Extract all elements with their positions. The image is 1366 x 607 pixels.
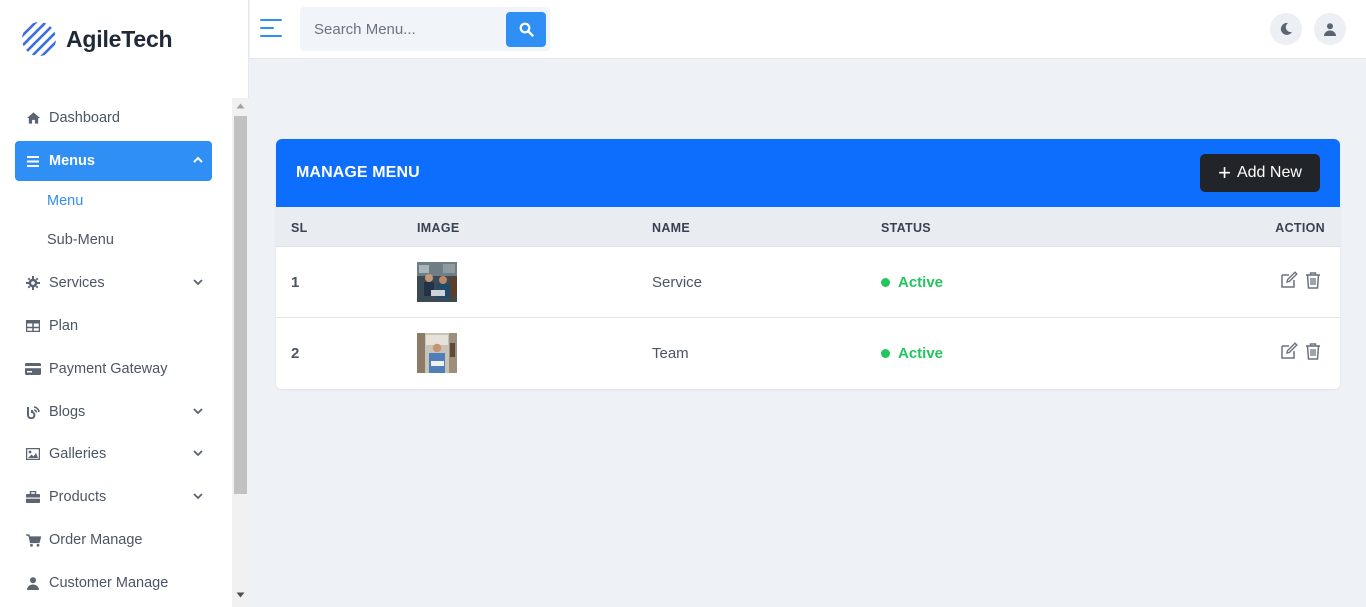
cart-icon	[25, 532, 41, 548]
sidebar-item-services[interactable]: Services	[15, 263, 212, 303]
manage-menu-card: MANAGE MENU + Add New SL IMAGE NAME STAT…	[276, 139, 1340, 389]
sidebar-item-blogs[interactable]: Blogs	[15, 392, 212, 432]
chevron-down-icon	[193, 408, 203, 415]
sidebar-item-label: Payment Gateway	[49, 361, 168, 377]
sidebar-item-label: Products	[49, 489, 107, 505]
scroll-down-arrow-icon[interactable]	[236, 591, 245, 599]
briefcase-icon	[25, 489, 41, 505]
dark-mode-toggle[interactable]	[1270, 13, 1302, 45]
list-icon	[25, 153, 41, 169]
chevron-up-icon	[193, 156, 203, 163]
sidebar-item-menus[interactable]: Menus	[15, 141, 212, 181]
sidebar-item-payment-gateway[interactable]: Payment Gateway	[15, 349, 212, 389]
search-icon	[519, 22, 534, 37]
scroll-up-arrow-icon[interactable]	[236, 102, 245, 110]
table-row: 2 Team Active	[276, 318, 1340, 389]
sidebar-item-customer-manage[interactable]: Customer Manage	[15, 563, 212, 603]
table-icon	[25, 318, 41, 334]
image-icon	[25, 446, 41, 462]
gear-icon	[25, 275, 41, 291]
status-dot-icon	[881, 278, 890, 287]
chevron-down-icon	[193, 279, 203, 286]
column-header-status: STATUS	[881, 221, 931, 235]
sidebar-nav: Dashboard Menus Menu Sub-Menu Services P	[0, 98, 232, 607]
sidebar-subitem-sub-menu[interactable]: Sub-Menu	[47, 232, 114, 248]
user-profile-button[interactable]	[1314, 13, 1346, 45]
home-icon	[25, 110, 41, 126]
sidebar-item-label: Menus	[49, 153, 95, 169]
add-new-label: Add New	[1236, 164, 1302, 181]
card-header: MANAGE MENU + Add New	[276, 139, 1340, 207]
column-header-image: IMAGE	[417, 221, 460, 235]
menu-thumbnail	[417, 262, 457, 302]
sidebar-item-label: Customer Manage	[49, 575, 169, 591]
add-new-button[interactable]: + Add New	[1200, 154, 1320, 192]
sidebar-item-label: Services	[49, 275, 105, 291]
edit-icon[interactable]	[1279, 341, 1299, 361]
sidebar: AgileTech Dashboard Menus Menu Sub-Menu …	[0, 0, 249, 607]
logo-icon	[22, 22, 56, 56]
delete-icon[interactable]	[1303, 341, 1323, 361]
status-dot-icon	[881, 349, 890, 358]
user-icon	[1324, 22, 1336, 36]
column-header-name: NAME	[652, 221, 691, 235]
plus-icon: +	[1218, 160, 1231, 185]
sidebar-item-label: Galleries	[49, 446, 107, 462]
moon-icon	[1280, 22, 1292, 35]
status-badge: Active	[881, 345, 943, 362]
row-name: Team	[652, 345, 689, 362]
chevron-down-icon	[193, 450, 203, 457]
menu-thumbnail	[417, 333, 457, 373]
topbar	[250, 0, 1366, 59]
sidebar-item-label: Blogs	[49, 404, 86, 420]
blog-icon	[25, 404, 41, 420]
table-header: SL IMAGE NAME STATUS ACTION	[276, 207, 1340, 247]
status-label: Active	[898, 345, 944, 362]
search-bar	[300, 7, 550, 51]
status-label: Active	[898, 274, 944, 291]
sidebar-item-order-manage[interactable]: Order Manage	[15, 520, 212, 560]
sidebar-item-label: Plan	[49, 318, 79, 334]
delete-icon[interactable]	[1303, 270, 1323, 290]
row-name: Service	[652, 274, 703, 291]
card-title: MANAGE MENU	[296, 164, 420, 181]
chevron-down-icon	[193, 493, 203, 500]
table-row: 1 Service Active	[276, 247, 1340, 318]
menu-toggle-icon[interactable]	[260, 19, 282, 39]
sidebar-item-label: Order Manage	[49, 532, 143, 548]
row-sl: 2	[291, 345, 300, 362]
status-badge: Active	[881, 274, 943, 291]
credit-card-icon	[25, 361, 41, 377]
sidebar-scrollbar-thumb[interactable]	[234, 116, 247, 494]
sidebar-item-products[interactable]: Products	[15, 477, 212, 517]
user-icon	[25, 575, 41, 591]
sidebar-item-plan[interactable]: Plan	[15, 306, 212, 346]
brand-logo[interactable]: AgileTech	[20, 20, 173, 58]
sidebar-subitem-menu[interactable]: Menu	[47, 193, 83, 209]
sidebar-item-dashboard[interactable]: Dashboard	[15, 98, 212, 138]
row-sl: 1	[291, 274, 300, 291]
search-button[interactable]	[506, 12, 546, 47]
search-input[interactable]	[300, 7, 500, 51]
sidebar-item-galleries[interactable]: Galleries	[15, 434, 212, 474]
brand-name: AgileTech	[66, 25, 173, 52]
column-header-action: ACTION	[1275, 221, 1325, 235]
column-header-sl: SL	[291, 221, 308, 235]
sidebar-item-label: Dashboard	[49, 110, 120, 126]
edit-icon[interactable]	[1279, 270, 1299, 290]
